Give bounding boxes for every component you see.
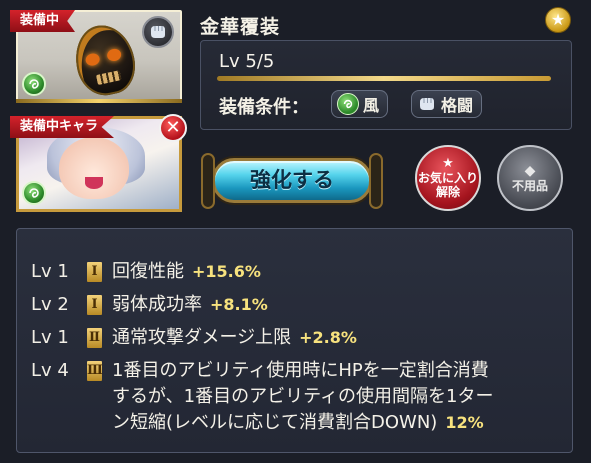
star-icon: ★	[442, 156, 454, 171]
skill-description: 通常攻撃ダメージ上限	[112, 327, 292, 348]
condition-wind: 風	[331, 90, 389, 118]
skill-row: Lv 4 Ⅲ 1番目のアビリティ使用時にHPを一定割合消費 するが、1番目のアビ…	[31, 358, 493, 436]
unfavorite-button[interactable]: ★ お気に入り 解除	[415, 145, 481, 211]
item-info-panel: Lv 5/5 装備条件： 風 格闘	[200, 40, 572, 130]
skill-row: Lv 1 Ⅰ 回復性能 +15.6%	[31, 259, 261, 285]
equipped-character-card[interactable]: 装備中キャラ	[10, 116, 182, 212]
equipped-item-card[interactable]: 装備中	[10, 10, 182, 103]
wind-element-icon	[22, 72, 46, 96]
skill-rank-badge: Ⅰ	[87, 262, 102, 282]
junk-button[interactable]: ◆ 不用品	[497, 145, 563, 211]
skill-rank-badge: Ⅱ	[87, 328, 102, 348]
wind-element-icon	[337, 93, 359, 115]
wind-element-icon	[22, 181, 46, 205]
skills-panel: Lv 1 Ⅰ 回復性能 +15.6% Lv 2 Ⅰ 弱体成功率 +8.1% Lv 1…	[16, 228, 573, 453]
skill-row: Lv 2 Ⅰ 弱体成功率 +8.1%	[31, 292, 268, 318]
equipped-ribbon: 装備中	[10, 10, 76, 32]
skill-value: +8.1%	[210, 295, 268, 314]
item-name: 金華覆装	[200, 16, 281, 38]
skill-level: Lv 1	[31, 261, 69, 282]
skill-level: Lv 4	[31, 360, 69, 381]
skill-description-line: ン短縮(レベルに応じて消費割合DOWN)	[112, 412, 438, 433]
conditions-label: 装備条件：	[219, 97, 309, 118]
equipped-character-ribbon: 装備中キャラ	[10, 116, 115, 138]
star-icon[interactable]: ★	[545, 7, 571, 33]
condition-melee: 格闘	[411, 90, 483, 118]
skill-value: 12%	[445, 413, 484, 432]
level-progress-bar	[217, 76, 551, 81]
item-level: Lv 5/5	[219, 51, 275, 72]
skill-value: +15.6%	[192, 262, 261, 281]
skill-description-line: 1番目のアビリティ使用時にHPを一定割合消費	[112, 360, 489, 381]
fist-weapon-icon	[142, 16, 174, 48]
skill-level: Lv 1	[31, 327, 69, 348]
junk-icon: ◆	[524, 163, 536, 179]
skill-rank-badge: Ⅰ	[87, 295, 102, 315]
skill-description-line: するが、1番目のアビリティの使用間隔を1ター	[112, 386, 494, 407]
skill-description: 弱体成功率	[112, 294, 202, 315]
skill-value: +2.8%	[299, 328, 357, 347]
character-portrait	[59, 137, 129, 199]
skill-rank-badge: Ⅲ	[87, 361, 103, 381]
skill-description: 回復性能	[112, 261, 184, 282]
enhance-button[interactable]: 強化する	[201, 153, 383, 209]
skill-level: Lv 2	[31, 294, 69, 315]
fist-weapon-icon	[417, 94, 437, 114]
skill-row: Lv 1 Ⅱ 通常攻撃ダメージ上限 +2.8%	[31, 325, 357, 351]
unequip-close-icon[interactable]: ✕	[159, 114, 187, 142]
item-skull-image	[69, 19, 141, 101]
